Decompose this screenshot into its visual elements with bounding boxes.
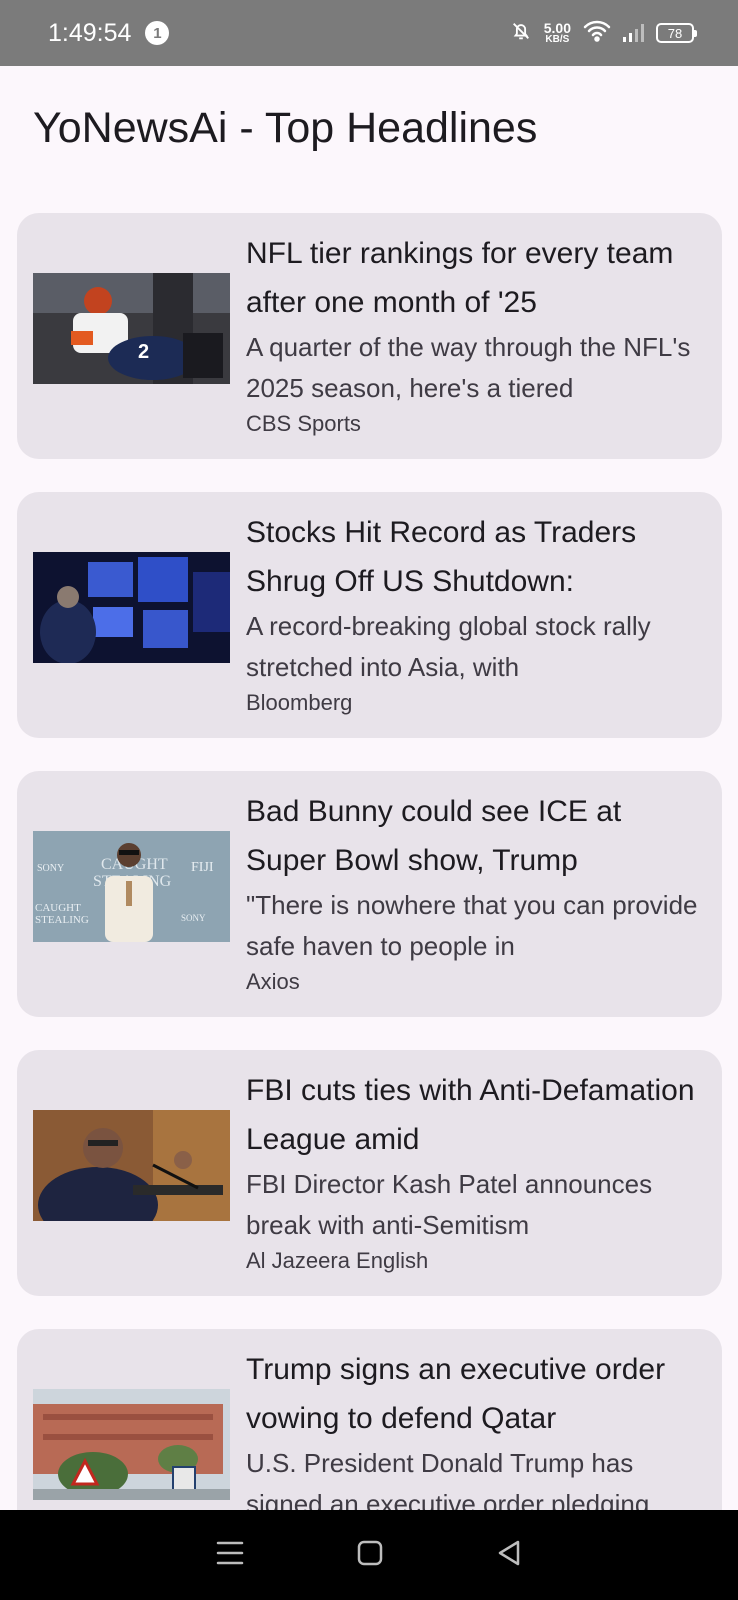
news-card[interactable]: SONY CAUGHT STEALING FIJI SONY CAUGHT ST… xyxy=(17,771,722,1017)
article-source: Al Jazeera English xyxy=(246,1248,429,1273)
recent-apps-button[interactable] xyxy=(216,1540,244,1571)
article-source: CBS Sports xyxy=(246,411,361,436)
article-source: Axios xyxy=(246,969,300,994)
home-button[interactable] xyxy=(357,1540,383,1571)
news-card[interactable]: Stocks Hit Record as Traders Shrug Off U… xyxy=(17,492,722,738)
news-card[interactable]: 2 NFL tier rankings for every team after… xyxy=(17,213,722,459)
article-headline: Trump signs an executive order vowing to… xyxy=(246,1353,666,1435)
article-description: FBI Director Kash Patel announces break … xyxy=(246,1169,653,1240)
wifi-icon xyxy=(583,20,611,47)
svg-text:2: 2 xyxy=(138,341,149,363)
battery-icon: 78 xyxy=(656,23,697,43)
mute-bell-icon xyxy=(510,20,532,47)
article-headline: FBI cuts ties with Anti-Defamation Leagu… xyxy=(246,1074,695,1156)
headlines-list[interactable]: 2 NFL tier rankings for every team after… xyxy=(17,213,722,1510)
clock: 1:49:54 xyxy=(48,18,132,47)
status-bar: 1:49:54 1 5.00 KB/S 78 xyxy=(0,0,738,66)
cell-signal-icon xyxy=(623,24,644,42)
article-description: A quarter of the way through the NFL's 2… xyxy=(246,332,691,403)
article-headline: NFL tier rankings for every team after o… xyxy=(246,237,674,319)
article-description: "There is nowhere that you can provide s… xyxy=(246,890,698,961)
back-button[interactable] xyxy=(496,1540,522,1571)
svg-text:SONY: SONY xyxy=(181,913,206,923)
notification-count-badge: 1 xyxy=(145,21,170,45)
svg-text:CAUGHT: CAUGHT xyxy=(35,902,81,914)
article-thumbnail: 2 xyxy=(33,273,230,384)
article-thumbnail xyxy=(33,1389,230,1500)
system-nav-bar xyxy=(0,1510,738,1600)
news-card[interactable]: FBI cuts ties with Anti-Defamation Leagu… xyxy=(17,1050,722,1296)
svg-text:STEALING: STEALING xyxy=(35,914,89,926)
news-card[interactable]: Trump signs an executive order vowing to… xyxy=(17,1329,722,1510)
article-thumbnail: SONY CAUGHT STEALING FIJI SONY CAUGHT ST… xyxy=(33,831,230,942)
article-headline: Stocks Hit Record as Traders Shrug Off U… xyxy=(246,516,637,598)
article-thumbnail xyxy=(33,1110,230,1221)
article-thumbnail xyxy=(33,552,230,663)
page-title: YoNewsAi - Top Headlines xyxy=(33,104,538,152)
network-speed: 5.00 KB/S xyxy=(543,20,571,45)
svg-text:SONY: SONY xyxy=(37,863,64,874)
article-source: Bloomberg xyxy=(246,690,353,715)
article-headline: Bad Bunny could see ICE at Super Bowl sh… xyxy=(246,795,622,877)
article-description: A record-breaking global stock rally str… xyxy=(246,611,651,682)
article-description: U.S. President Donald Trump has signed a… xyxy=(246,1448,650,1510)
svg-text:FIJI: FIJI xyxy=(191,860,214,875)
